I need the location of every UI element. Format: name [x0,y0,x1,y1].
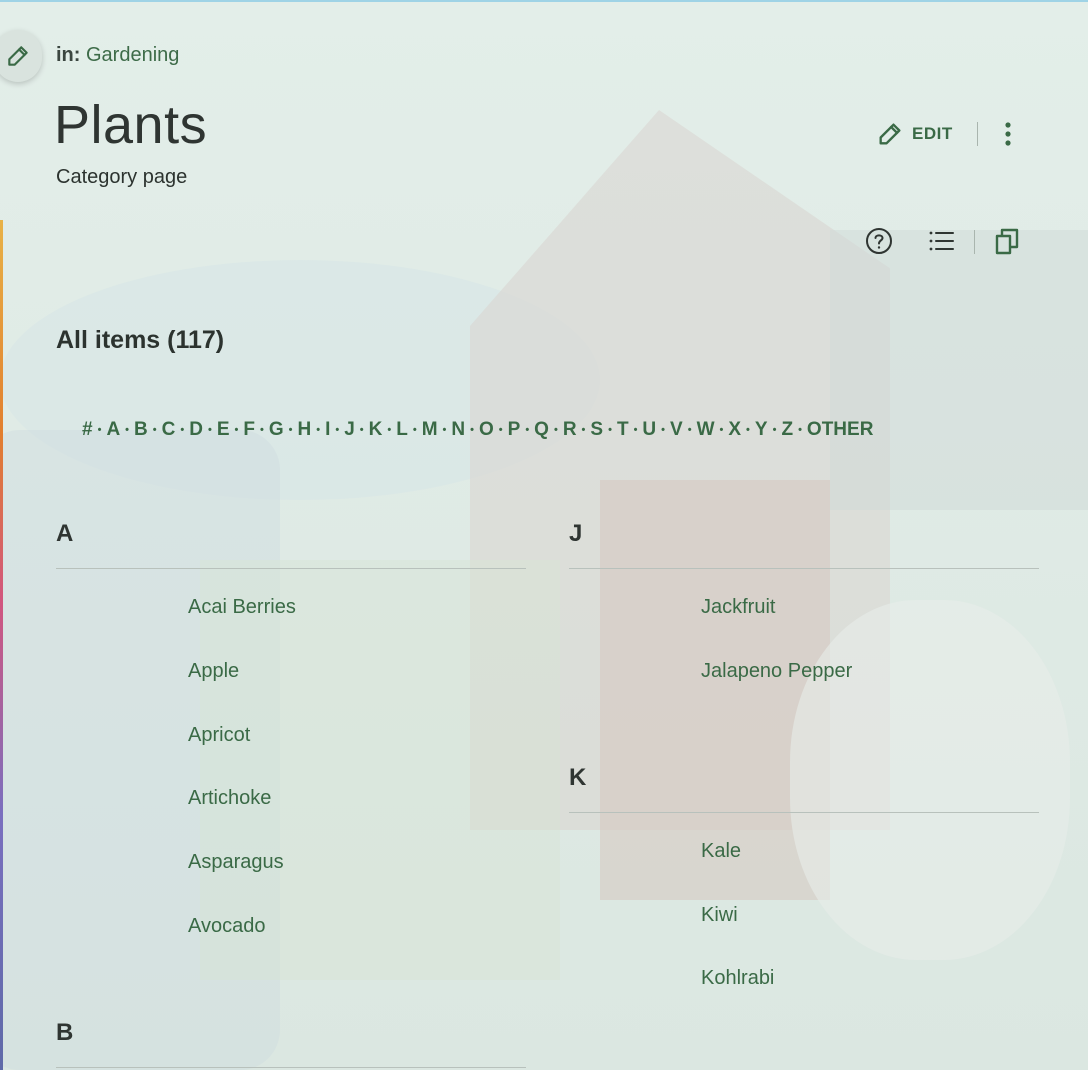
alphabet-link-w[interactable]: W [697,419,715,441]
alphabet-link-k[interactable]: K [369,419,383,441]
alphabet-separator: • [772,424,777,436]
alphabet-link-x[interactable]: X [728,419,741,441]
alphabet-separator: • [687,424,692,436]
category-item-link[interactable]: Kale [701,840,741,863]
breadcrumb-prefix: in: [56,44,81,66]
alphabet-separator: • [746,424,750,436]
alphabet-separator: • [97,424,102,436]
alphabet-link-r[interactable]: R [563,419,577,441]
group-letter-a: A [56,520,74,547]
alphabet-link-u[interactable]: U [642,419,656,441]
alphabet-separator: • [442,424,447,436]
action-divider [977,122,978,146]
alphabet-separator: • [719,424,724,436]
group-letter-k: K [569,763,587,791]
group-divider [56,1067,526,1068]
alphabet-separator: • [180,424,185,436]
alphabet-separator: • [581,424,586,436]
alphabet-separator: • [207,424,212,436]
alphabet-link-q[interactable]: Q [534,419,549,441]
group-divider [56,568,526,569]
alphabet-link-h[interactable]: H [297,419,311,441]
alphabet-link-other[interactable]: OTHER [807,419,874,441]
alphabet-link-hash[interactable]: # [82,419,93,441]
edit-button-label: EDIT [912,124,953,143]
alphabet-link-e[interactable]: E [217,419,230,441]
category-item-link[interactable]: Artichoke [188,787,271,810]
alphabet-link-b[interactable]: B [134,419,148,441]
alphabet-separator: • [359,424,364,436]
alphabet-separator: • [125,424,130,436]
help-circle-icon [866,228,892,254]
alphabet-separator: • [412,424,417,436]
page-subtitle: Category page [56,166,188,188]
breadcrumb-link-gardening[interactable]: Gardening [86,44,179,66]
alphabet-link-z[interactable]: Z [781,419,793,441]
group-letter-j: J [569,520,583,547]
category-item-link[interactable]: Kohlrabi [701,967,774,990]
alphabet-separator: • [387,424,392,436]
help-button[interactable] [863,225,895,257]
category-item-link[interactable]: Kiwi [701,904,738,927]
alphabet-separator: • [335,424,340,436]
alphabet-link-c[interactable]: C [162,419,176,441]
edit-button[interactable]: EDIT [876,118,953,150]
floating-edit-button[interactable] [0,30,42,82]
more-options-button[interactable] [998,118,1018,150]
alphabet-link-g[interactable]: G [269,419,284,441]
alphabet-separator: • [525,424,530,436]
alphabet-separator: • [608,424,612,436]
alphabet-link-j[interactable]: J [344,419,355,441]
alphabet-separator: • [553,424,558,436]
copy-button[interactable] [991,225,1023,257]
alphabet-link-f[interactable]: F [243,419,255,441]
list-icon [929,231,954,251]
category-item-link[interactable]: Jalapeno Pepper [701,660,852,683]
category-item-link[interactable]: Avocado [188,915,265,938]
alphabet-link-m[interactable]: M [422,419,438,441]
breadcrumb: in: Gardening [56,44,179,67]
page-title: Plants [54,95,208,155]
alphabet-link-a[interactable]: A [106,419,120,441]
category-item-link[interactable]: Asparagus [188,851,284,874]
alphabet-separator: • [259,424,264,436]
category-item-link[interactable]: Acai Berries [188,596,296,619]
alphabet-link-i[interactable]: I [325,419,330,441]
all-items-heading: All items (117) [56,326,225,354]
alphabet-separator: • [798,424,802,436]
pencil-icon [8,46,28,66]
alphabet-link-s[interactable]: S [590,419,603,441]
alphabet-separator: • [498,424,503,436]
alphabet-link-p[interactable]: P [508,419,521,441]
group-letter-b: B [56,1019,74,1046]
alphabet-navigation: # • A • B • C • D • E • F • G • H • I • J • K • L • M • N • O • P • Q • R • S •… [82,418,1042,442]
category-item-link[interactable]: Jackfruit [701,596,775,619]
alphabet-separator: • [234,424,239,436]
more-vertical-icon [1005,122,1011,146]
pencil-icon [879,123,901,145]
alphabet-separator: • [152,424,157,436]
alphabet-separator: • [633,424,638,436]
list-view-button[interactable] [925,225,957,257]
copy-icon [995,228,1019,255]
toolbar-divider [974,230,975,254]
alphabet-separator: • [661,424,666,436]
alphabet-link-n[interactable]: N [451,419,465,441]
group-divider [569,568,1039,569]
alphabet-link-d[interactable]: D [189,419,203,441]
category-item-link[interactable]: Apricot [188,724,250,747]
category-item-link[interactable]: Apple [188,660,239,683]
alphabet-link-o[interactable]: O [479,419,494,441]
alphabet-separator: • [470,424,474,436]
alphabet-link-l[interactable]: L [396,419,408,441]
alphabet-separator: • [316,424,321,436]
alphabet-link-t[interactable]: T [617,419,629,441]
group-divider [569,811,1039,813]
alphabet-link-y[interactable]: Y [755,419,768,441]
alphabet-separator: • [288,424,293,436]
alphabet-link-v[interactable]: V [670,419,683,441]
